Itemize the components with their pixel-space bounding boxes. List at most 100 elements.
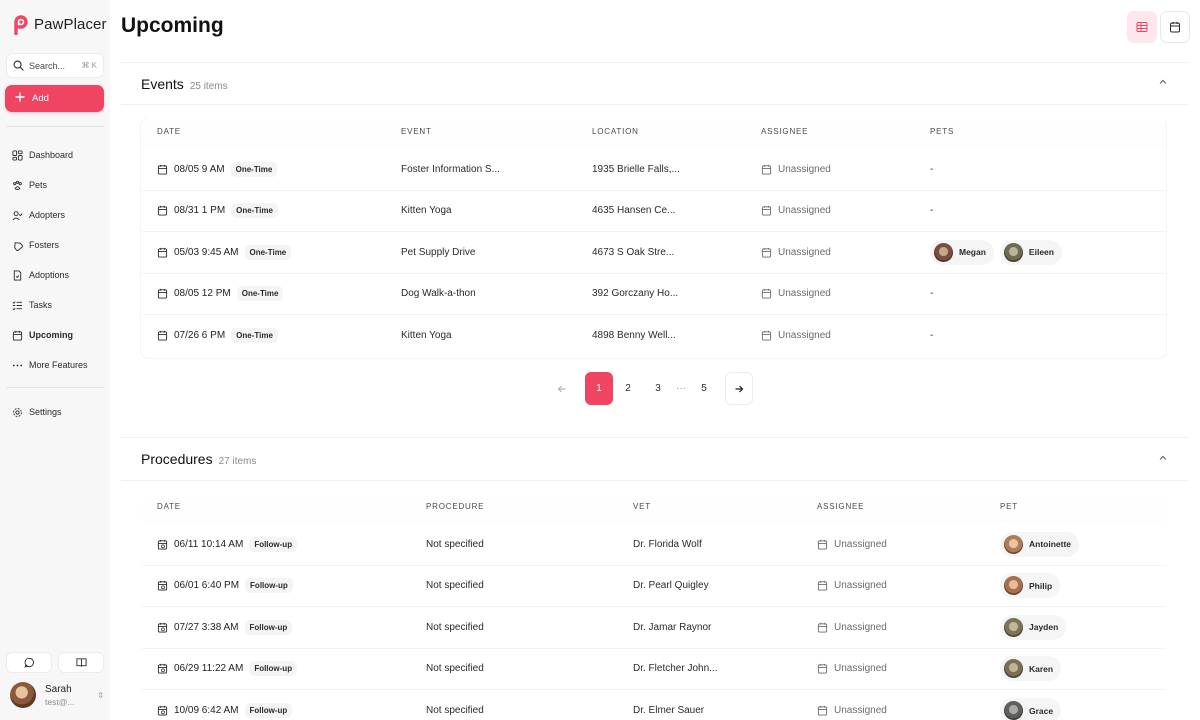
column-header-date[interactable]: DATE <box>157 127 181 136</box>
sidebar-item-fosters[interactable]: Fosters <box>6 230 104 260</box>
sidebar-item-more-features[interactable]: More Features <box>6 350 104 380</box>
sidebar-item-dashboard[interactable]: Dashboard <box>6 140 104 170</box>
table-row[interactable]: 08/05 9 AM One-Time Foster Information S… <box>142 149 1166 191</box>
procedure-name: Not specified <box>426 580 484 592</box>
assignee: Unassigned <box>834 621 887 633</box>
column-header-date[interactable]: DATE <box>157 502 181 511</box>
procedures-count: 27 items <box>218 456 257 467</box>
column-header-assignee[interactable]: ASSIGNEE <box>817 502 864 511</box>
next-page-button[interactable] <box>725 372 753 405</box>
pet-chip[interactable]: Eileen <box>999 239 1062 265</box>
event-location: 4898 Benny Well... <box>592 330 676 342</box>
assignee-cell: Unassigned <box>761 149 831 190</box>
pet-chip[interactable]: Jayden <box>1000 614 1067 640</box>
app-logo[interactable]: PawPlacer <box>12 13 107 35</box>
table-row[interactable]: 06/01 6:40 PM Follow-up Not specified Dr… <box>142 566 1166 607</box>
table-row[interactable]: 05/03 9:45 AM One-Time Pet Supply Drive … <box>142 232 1166 274</box>
sidebar-item-upcoming[interactable]: Upcoming <box>6 320 104 350</box>
page-title: Upcoming <box>121 14 224 37</box>
event-location: 4635 Hansen Ce... <box>592 205 676 217</box>
table-row[interactable]: 06/29 11:22 AM Follow-up Not specified D… <box>142 649 1166 690</box>
docs-button[interactable] <box>58 652 104 673</box>
column-header-assignee[interactable]: ASSIGNEE <box>761 127 808 136</box>
pets-cell: Megan Eileen <box>930 232 1062 273</box>
search-shortcut: ⌘ K <box>81 61 97 70</box>
assignee: Unassigned <box>778 205 831 217</box>
procedure-date: 06/01 6:40 PM <box>174 580 240 592</box>
main-content: Upcoming Events 25 items DATE EVENT LOCA… <box>110 0 1200 720</box>
date-cell: 08/05 9 AM One-Time <box>157 149 278 190</box>
chat-icon <box>23 657 34 668</box>
column-header-location[interactable]: LOCATION <box>592 127 639 136</box>
vet-name: Dr. Florida Wolf <box>633 538 702 550</box>
calendar-icon <box>817 539 828 550</box>
column-header-vet[interactable]: VET <box>633 502 651 511</box>
sidebar-item-adoptions[interactable]: Adoptions <box>6 260 104 290</box>
calendar-icon <box>157 247 168 258</box>
assignee-cell: Unassigned <box>761 191 831 232</box>
assignee: Unassigned <box>834 705 887 717</box>
date-cell: 08/31 1 PM One-Time <box>157 191 278 232</box>
sidebar-item-tasks[interactable]: Tasks <box>6 290 104 320</box>
pet-avatar <box>1003 242 1023 262</box>
procedure-date: 10/09 6:42 AM <box>174 705 239 717</box>
date-cell: 06/01 6:40 PM Follow-up <box>157 566 293 607</box>
add-button[interactable]: Add <box>5 85 104 112</box>
calendar-clock-icon <box>157 664 168 674</box>
user-menu[interactable]: Sarah test@... ⇕ <box>10 682 104 708</box>
table-row[interactable]: 10/09 6:42 AM Follow-up Not specified Dr… <box>142 690 1166 720</box>
sidebar-item-adopters[interactable]: Adopters <box>6 200 104 230</box>
search-input[interactable]: Search... ⌘ K <box>6 53 104 78</box>
column-header-pet[interactable]: PET <box>1000 502 1018 511</box>
page-button-5[interactable]: 5 <box>689 372 719 405</box>
page-button-1[interactable]: 1 <box>585 372 613 405</box>
page-button-2[interactable]: 2 <box>613 372 643 405</box>
pet-chip[interactable]: Antoinette <box>1000 531 1080 557</box>
events-collapse-button[interactable] <box>1158 77 1168 90</box>
procedure-date: 06/29 11:22 AM <box>174 663 244 675</box>
page-button-3[interactable]: 3 <box>643 372 673 405</box>
sidebar-item-settings[interactable]: Settings <box>6 397 104 427</box>
assignee-cell: Unassigned <box>817 649 887 690</box>
procedures-title: Procedures <box>141 451 213 467</box>
prev-page-button[interactable] <box>548 372 576 405</box>
pet-chip[interactable]: Megan <box>930 239 994 265</box>
event-name: Foster Information S... <box>401 163 500 175</box>
table-row[interactable]: 08/31 1 PM One-Time Kitten Yoga 4635 Han… <box>142 191 1166 232</box>
table-row[interactable]: 08/05 12 PM One-Time Dog Walk-a-thon 392… <box>142 274 1166 315</box>
event-type-badge: One-Time <box>244 244 292 260</box>
calendar-view-button[interactable] <box>1160 11 1190 43</box>
event-date: 05/03 9:45 AM <box>174 246 239 258</box>
column-header-event[interactable]: EVENT <box>401 127 432 136</box>
table-row[interactable]: 07/27 3:38 AM Follow-up Not specified Dr… <box>142 607 1166 649</box>
pet-chip[interactable]: Philip <box>1000 573 1061 599</box>
vet-name: Dr. Pearl Quigley <box>633 580 709 592</box>
assignee: Unassigned <box>834 663 887 675</box>
pagination: 1 2 3 ··· 5 <box>548 372 753 405</box>
table-view-button[interactable] <box>1127 11 1157 43</box>
procedures-collapse-button[interactable] <box>1158 453 1168 466</box>
date-cell: 08/05 12 PM One-Time <box>157 274 284 315</box>
assignee-cell: Unassigned <box>761 315 831 357</box>
event-name: Dog Walk-a-thon <box>401 288 476 300</box>
table-header: DATE PROCEDURE VET ASSIGNEE PET <box>142 492 1166 524</box>
pet-name: Grace <box>1029 705 1054 716</box>
calendar-icon <box>761 164 772 175</box>
sidebar-item-label: Upcoming <box>29 330 73 340</box>
calendar-clock-icon <box>157 622 168 633</box>
sidebar-item-pets[interactable]: Pets <box>6 170 104 200</box>
pet-chip[interactable]: Karen <box>1000 656 1062 682</box>
sidebar: PawPlacer Search... ⌘ K Add Dashboard Pe… <box>0 0 110 720</box>
pet-name: Megan <box>959 247 986 258</box>
chevron-up-icon <box>1159 455 1167 460</box>
pet-chip[interactable]: Grace <box>1000 698 1062 720</box>
table-row[interactable]: 06/11 10:14 AM Follow-up Not specified D… <box>142 524 1166 566</box>
column-header-pets[interactable]: PETS <box>930 127 954 136</box>
table-row[interactable]: 07/26 6 PM One-Time Kitten Yoga 4898 Ben… <box>142 315 1166 357</box>
feedback-button[interactable] <box>6 652 52 673</box>
event-type-badge: One-Time <box>231 328 278 344</box>
more-icon <box>12 364 23 366</box>
pet-avatar <box>1004 659 1023 679</box>
column-header-procedure[interactable]: PROCEDURE <box>426 502 484 511</box>
events-table: DATE EVENT LOCATION ASSIGNEE PETS 08/05 … <box>142 117 1166 357</box>
